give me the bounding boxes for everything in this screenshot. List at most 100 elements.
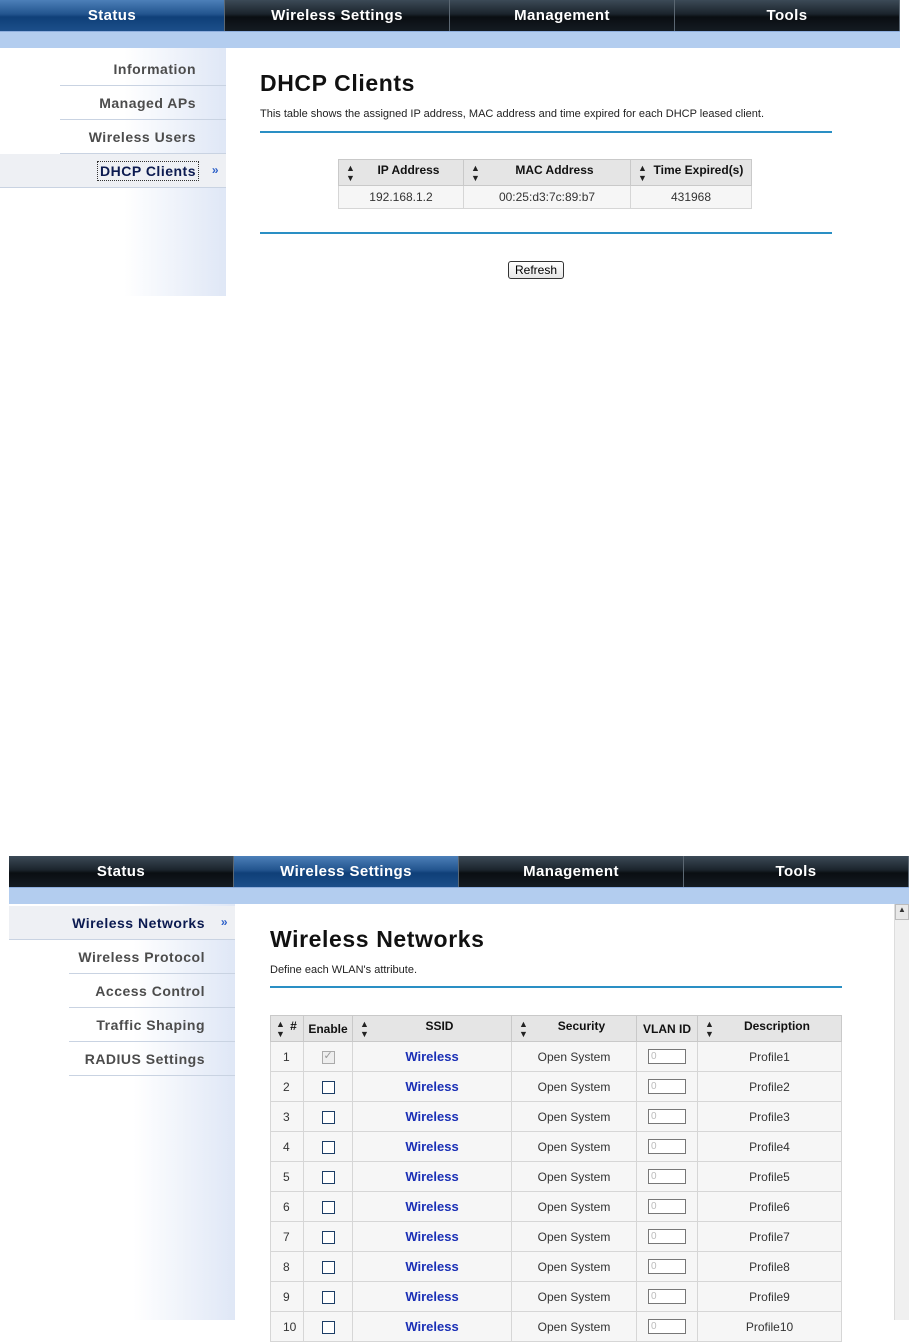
cell-vlan: 0 xyxy=(636,1161,698,1192)
table-row: 2 Wireless Open System 0 Profile2 xyxy=(270,1071,842,1102)
cell-security: Open System xyxy=(511,1041,637,1072)
tab-management[interactable]: Management xyxy=(459,856,684,887)
refresh-button[interactable]: Refresh xyxy=(508,261,565,279)
sidebar-item-wireless-users[interactable]: Wireless Users xyxy=(60,120,226,154)
double-chevron-right-icon: » xyxy=(220,915,228,929)
column-header-number[interactable]: ▲ ▼ # xyxy=(270,1015,304,1042)
vertical-scrollbar[interactable]: ▲ xyxy=(894,904,909,1320)
tab-status[interactable]: Status xyxy=(0,0,225,31)
vlan-id-input[interactable]: 0 xyxy=(648,1139,686,1155)
column-header-description[interactable]: ▲ ▼ Description xyxy=(697,1015,842,1042)
sub-nav-bar xyxy=(0,31,900,48)
cell-number: 1 xyxy=(270,1041,304,1072)
ssid-link[interactable]: Wireless xyxy=(405,1169,458,1184)
sort-icon[interactable]: ▲ ▼ xyxy=(705,1019,714,1039)
cell-enable xyxy=(303,1131,353,1162)
sort-icon[interactable]: ▲ ▼ xyxy=(471,163,480,183)
wireless-networks-table: ▲ ▼ # Enable ▲ ▼ SSID ▲ ▼ Security VLAN ID ▲ ▼ D… xyxy=(270,1015,842,1342)
sort-icon[interactable]: ▲ ▼ xyxy=(638,163,647,183)
tab-wireless-settings[interactable]: Wireless Settings xyxy=(225,0,450,31)
cell-description: Profile9 xyxy=(697,1281,842,1312)
enable-checkbox[interactable] xyxy=(321,1080,335,1094)
cell-security: Open System xyxy=(511,1311,637,1342)
table-header-row: ▲ ▼ IP Address ▲ ▼ MAC Address ▲ ▼ Time Expire… xyxy=(338,159,752,186)
tab-status[interactable]: Status xyxy=(9,856,234,887)
table-row: 1 Wireless Open System 0 Profile1 xyxy=(270,1041,842,1072)
sidebar-item-information[interactable]: Information xyxy=(60,52,226,86)
column-header-time-expired[interactable]: ▲ ▼ Time Expired(s) xyxy=(630,159,752,186)
cell-enable xyxy=(303,1191,353,1222)
table-row: 10 Wireless Open System 0 Profile10 xyxy=(270,1311,842,1342)
sort-icon[interactable]: ▲ ▼ xyxy=(360,1019,369,1039)
sidebar-item-wireless-networks[interactable]: Wireless Networks » xyxy=(9,906,235,940)
cell-description: Profile10 xyxy=(697,1311,842,1342)
sidebar-item-radius-settings[interactable]: RADIUS Settings xyxy=(69,1042,235,1076)
table-row: 4 Wireless Open System 0 Profile4 xyxy=(270,1131,842,1162)
ssid-link[interactable]: Wireless xyxy=(405,1319,458,1334)
ssid-link[interactable]: Wireless xyxy=(405,1229,458,1244)
cell-security: Open System xyxy=(511,1191,637,1222)
vlan-id-input[interactable]: 0 xyxy=(648,1169,686,1185)
cell-number: 10 xyxy=(270,1311,304,1342)
ssid-link[interactable]: Wireless xyxy=(405,1109,458,1124)
enable-checkbox[interactable] xyxy=(321,1140,335,1154)
table-row: 8 Wireless Open System 0 Profile8 xyxy=(270,1251,842,1282)
enable-checkbox[interactable] xyxy=(321,1290,335,1304)
vlan-id-input[interactable]: 0 xyxy=(648,1289,686,1305)
column-header-ip[interactable]: ▲ ▼ IP Address xyxy=(338,159,464,186)
enable-checkbox[interactable] xyxy=(321,1110,335,1124)
cell-security: Open System xyxy=(511,1071,637,1102)
vlan-id-input[interactable]: 0 xyxy=(648,1109,686,1125)
cell-description: Profile5 xyxy=(697,1161,842,1192)
vlan-id-input[interactable]: 0 xyxy=(648,1259,686,1275)
sidebar-item-dhcp-clients[interactable]: DHCP Clients » xyxy=(0,154,226,188)
cell-security: Open System xyxy=(511,1281,637,1312)
scroll-up-icon[interactable]: ▲ xyxy=(895,904,909,920)
sort-icon[interactable]: ▲ ▼ xyxy=(276,1019,285,1039)
column-header-ssid[interactable]: ▲ ▼ SSID xyxy=(352,1015,512,1042)
enable-checkbox[interactable] xyxy=(321,1170,335,1184)
enable-checkbox[interactable] xyxy=(321,1320,335,1334)
tab-management[interactable]: Management xyxy=(450,0,675,31)
table-row: 9 Wireless Open System 0 Profile9 xyxy=(270,1281,842,1312)
vlan-id-input[interactable]: 0 xyxy=(648,1079,686,1095)
sidebar-item-traffic-shaping[interactable]: Traffic Shaping xyxy=(69,1008,235,1042)
enable-checkbox[interactable] xyxy=(321,1200,335,1214)
ssid-link[interactable]: Wireless xyxy=(405,1139,458,1154)
ssid-link[interactable]: Wireless xyxy=(405,1199,458,1214)
page-description: Define each WLAN's attribute. xyxy=(270,964,418,976)
tab-tools[interactable]: Tools xyxy=(675,0,900,31)
vlan-id-input[interactable]: 0 xyxy=(648,1319,686,1335)
column-header-security[interactable]: ▲ ▼ Security xyxy=(511,1015,637,1042)
column-header-mac[interactable]: ▲ ▼ MAC Address xyxy=(463,159,631,186)
enable-checkbox[interactable] xyxy=(321,1260,335,1274)
ssid-link[interactable]: Wireless xyxy=(405,1259,458,1274)
ssid-link[interactable]: Wireless xyxy=(405,1079,458,1094)
cell-ssid: Wireless xyxy=(352,1131,512,1162)
sort-icon[interactable]: ▲ ▼ xyxy=(519,1019,528,1039)
sidebar-item-wireless-protocol[interactable]: Wireless Protocol xyxy=(69,940,235,974)
vlan-id-input[interactable]: 0 xyxy=(648,1229,686,1245)
tab-tools[interactable]: Tools xyxy=(684,856,909,887)
cell-vlan: 0 xyxy=(636,1131,698,1162)
tab-wireless-settings[interactable]: Wireless Settings xyxy=(234,856,459,887)
cell-description: Profile2 xyxy=(697,1071,842,1102)
sidebar-item-managed-aps[interactable]: Managed APs xyxy=(60,86,226,120)
sidebar-item-label: Information xyxy=(113,60,196,77)
cell-number: 7 xyxy=(270,1221,304,1252)
cell-number: 4 xyxy=(270,1131,304,1162)
cell-description: Profile6 xyxy=(697,1191,842,1222)
column-header-enable: Enable xyxy=(303,1015,353,1042)
cell-enable xyxy=(303,1251,353,1282)
sort-icon[interactable]: ▲ ▼ xyxy=(346,163,355,183)
table-row: 6 Wireless Open System 0 Profile6 xyxy=(270,1191,842,1222)
sidebar-item-label: Managed APs xyxy=(99,94,196,111)
ssid-link[interactable]: Wireless xyxy=(405,1049,458,1064)
ssid-link[interactable]: Wireless xyxy=(405,1289,458,1304)
sidebar-item-access-control[interactable]: Access Control xyxy=(69,974,235,1008)
cell-vlan: 0 xyxy=(636,1221,698,1252)
enable-checkbox[interactable] xyxy=(321,1049,335,1064)
enable-checkbox[interactable] xyxy=(321,1230,335,1244)
vlan-id-input[interactable]: 0 xyxy=(648,1049,686,1065)
vlan-id-input[interactable]: 0 xyxy=(648,1199,686,1215)
